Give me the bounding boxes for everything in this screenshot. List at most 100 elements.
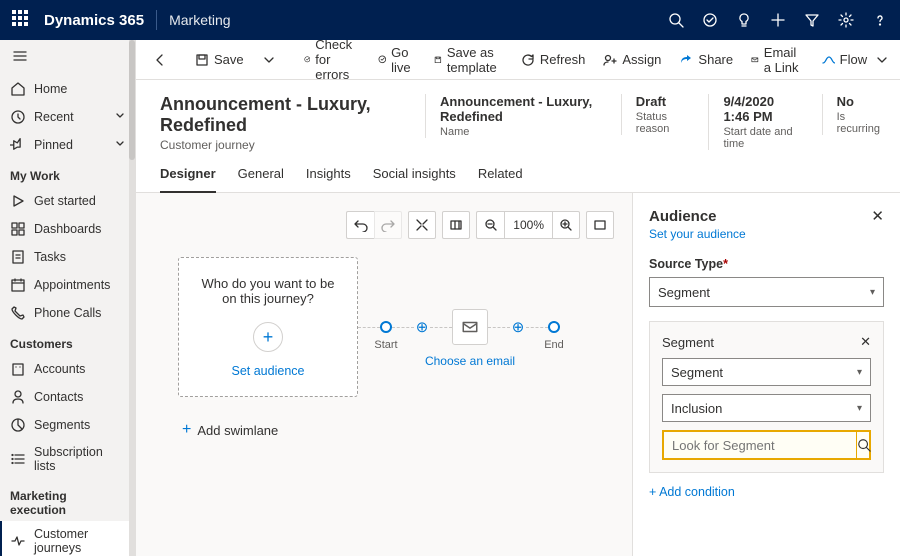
- sidebar-item-sublists[interactable]: Subscription lists: [0, 439, 135, 479]
- page-title: Announcement - Luxury, Redefined: [160, 94, 377, 136]
- add-audience-button[interactable]: +: [253, 322, 283, 352]
- cmd-label: Save as template: [447, 45, 503, 75]
- tab-insights[interactable]: Insights: [306, 166, 351, 192]
- inclusion-select[interactable]: Inclusion ▾: [662, 394, 871, 422]
- zoom-out-button[interactable]: [476, 211, 504, 239]
- sidebar-item-home[interactable]: Home: [0, 75, 135, 103]
- segment-config-box: Segment ✕ Segment ▾ Inclusion ▾: [649, 321, 884, 473]
- header-meta-start: 9/4/2020 1:46 PMStart date and time: [708, 94, 797, 150]
- chevron-down-icon: [115, 138, 125, 152]
- segment-icon: [10, 417, 26, 433]
- template-icon: [434, 53, 442, 67]
- assistant-icon[interactable]: [702, 12, 718, 28]
- header-meta-name: Announcement - Luxury, RedefinedName: [425, 94, 597, 138]
- pin-icon: [10, 137, 26, 153]
- email-icon: [751, 53, 759, 67]
- cmd-label: Flow: [840, 52, 867, 67]
- redo-button[interactable]: [374, 211, 402, 239]
- sidebar-item-dashboards[interactable]: Dashboards: [0, 215, 135, 243]
- tab-general[interactable]: General: [238, 166, 284, 192]
- end-node: End: [548, 321, 560, 333]
- assign-button[interactable]: Assign: [596, 48, 668, 71]
- sidebar-item-contacts[interactable]: Contacts: [0, 383, 135, 411]
- filter-icon[interactable]: [804, 12, 820, 28]
- back-button[interactable]: [146, 49, 174, 71]
- tab-designer[interactable]: Designer: [160, 166, 216, 193]
- sidebar-item-getstarted[interactable]: Get started: [0, 187, 135, 215]
- search-icon[interactable]: [668, 12, 684, 28]
- panel-close-button[interactable]: ✕: [871, 207, 884, 225]
- compress-button[interactable]: [408, 211, 436, 239]
- sidebar-item-phonecalls[interactable]: Phone Calls: [0, 299, 135, 327]
- sidebar-item-appointments[interactable]: Appointments: [0, 271, 135, 299]
- save-dropdown[interactable]: [255, 49, 283, 71]
- segment-search-button[interactable]: [856, 432, 871, 458]
- sidebar-item-label: Tasks: [34, 250, 66, 264]
- plus-icon: +: [182, 421, 191, 439]
- fullscreen-button[interactable]: [586, 211, 614, 239]
- email-node[interactable]: Choose an email: [452, 309, 488, 345]
- set-audience-link[interactable]: Set audience: [232, 364, 305, 378]
- source-type-select[interactable]: Segment ▾: [649, 277, 884, 307]
- calendar-icon: [10, 277, 26, 293]
- chevron-down-icon: ▾: [870, 287, 875, 298]
- save-template-button[interactable]: Save as template: [427, 41, 510, 79]
- help-icon[interactable]: [872, 12, 888, 28]
- tab-related[interactable]: Related: [478, 166, 523, 192]
- global-topbar: Dynamics 365 Marketing: [0, 0, 900, 40]
- add-node-button[interactable]: ⊕: [510, 319, 526, 335]
- email-link-button[interactable]: Email a Link: [744, 41, 810, 79]
- header-meta-status: DraftStatus reason: [621, 94, 685, 135]
- sidebar-item-label: Pinned: [34, 138, 73, 152]
- sidebar-item-label: Customer journeys: [34, 527, 125, 555]
- cmd-label: Go live: [391, 45, 416, 75]
- zoom-level[interactable]: 100%: [504, 211, 552, 239]
- hamburger-icon[interactable]: [0, 40, 135, 75]
- add-condition-link[interactable]: + Add condition: [649, 485, 884, 499]
- lightbulb-icon[interactable]: [736, 12, 752, 28]
- sidebar-scrollbar[interactable]: [129, 40, 135, 556]
- cmd-label: Refresh: [540, 52, 586, 67]
- add-node-button[interactable]: ⊕: [414, 319, 430, 335]
- sidebar-item-tasks[interactable]: Tasks: [0, 243, 135, 271]
- refresh-button[interactable]: Refresh: [514, 48, 593, 71]
- tabs: Designer General Insights Social insight…: [136, 152, 900, 193]
- audience-tile[interactable]: Who do you want to be on this journey? +…: [178, 257, 358, 397]
- save-button[interactable]: Save: [188, 48, 251, 71]
- sidebar-item-recent[interactable]: Recent: [0, 103, 135, 131]
- chevron-down-icon: [115, 110, 125, 124]
- segment-search-input[interactable]: [664, 432, 856, 458]
- sidebar-item-accounts[interactable]: Accounts: [0, 355, 135, 383]
- sidebar: Home Recent Pinned My Work Get started D…: [0, 40, 136, 556]
- sidebar-item-label: Get started: [34, 194, 96, 208]
- panel-subtitle-link[interactable]: Set your audience: [649, 227, 884, 241]
- segment-type-select[interactable]: Segment ▾: [662, 358, 871, 386]
- share-icon: [679, 53, 693, 67]
- sidebar-item-pinned[interactable]: Pinned: [0, 131, 135, 159]
- waffle-icon[interactable]: [12, 10, 32, 30]
- play-icon: [10, 193, 26, 209]
- undo-button[interactable]: [346, 211, 374, 239]
- sidebar-item-journeys[interactable]: Customer journeys: [0, 521, 135, 556]
- golive-button[interactable]: Go live: [371, 41, 424, 79]
- select-value: Inclusion: [671, 401, 722, 416]
- sidebar-item-segments[interactable]: Segments: [0, 411, 135, 439]
- zoom-in-button[interactable]: [552, 211, 580, 239]
- home-icon: [10, 81, 26, 97]
- map-button[interactable]: [442, 211, 470, 239]
- plus-icon[interactable]: [770, 12, 786, 28]
- share-button[interactable]: Share: [672, 48, 740, 71]
- segment-lookup: [662, 430, 871, 460]
- add-swimlane-button[interactable]: + Add swimlane: [182, 421, 620, 439]
- designer-canvas: 100% Who do you want to be on this journ…: [136, 193, 632, 556]
- task-icon: [10, 249, 26, 265]
- segment-box-title: Segment: [662, 335, 860, 350]
- flow-button[interactable]: Flow: [814, 48, 896, 71]
- gear-icon[interactable]: [838, 12, 854, 28]
- tab-social-insights[interactable]: Social insights: [373, 166, 456, 192]
- sidebar-item-label: Phone Calls: [34, 306, 101, 320]
- panel-title: Audience: [649, 208, 871, 225]
- sidebar-group-marketing: Marketing execution: [0, 479, 135, 521]
- cmd-label: Save: [214, 52, 244, 67]
- segment-remove-button[interactable]: ✕: [860, 334, 871, 350]
